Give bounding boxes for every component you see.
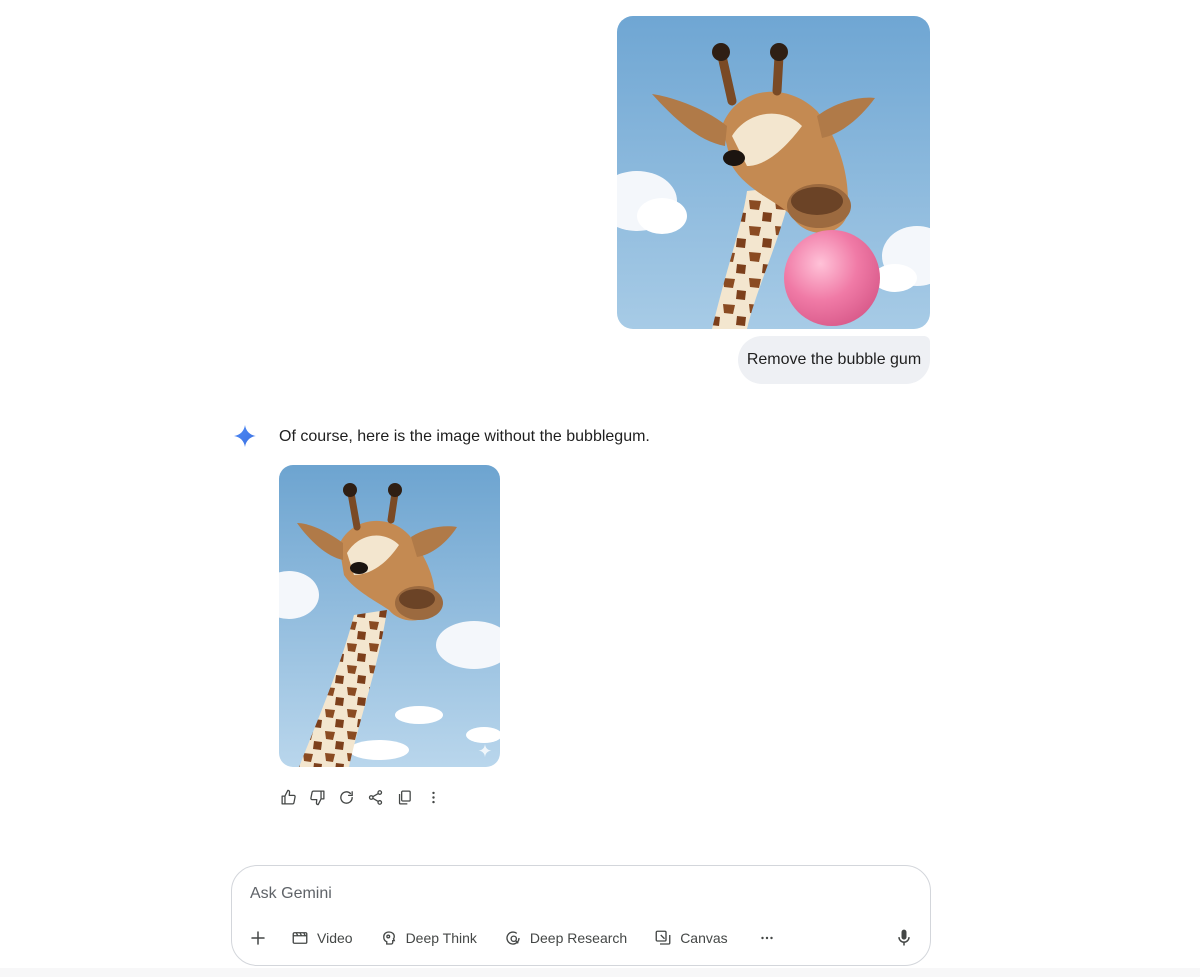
thumbs-up-icon (280, 789, 296, 805)
prompt-composer: Video Deep Think Deep Research Canvas (231, 865, 931, 966)
thumbs-down-button[interactable] (305, 785, 329, 809)
giraffe-edited-image (279, 465, 500, 767)
more-tools-button[interactable] (758, 929, 776, 947)
deep-research-tool-button[interactable]: Deep Research (504, 929, 627, 947)
more-horizontal-icon (760, 936, 773, 940)
microphone-button[interactable] (894, 928, 914, 948)
copy-icon (398, 789, 411, 805)
giraffe-bubblegum-image (617, 16, 930, 329)
more-options-button[interactable] (421, 785, 445, 809)
share-icon (368, 789, 382, 805)
deep-think-tool-button[interactable]: Deep Think (380, 929, 477, 947)
bottom-fade (0, 968, 1200, 977)
prompt-input[interactable] (250, 882, 890, 906)
regenerate-button[interactable] (334, 785, 358, 809)
deep-research-tool-label: Deep Research (529, 930, 628, 946)
video-tool-button[interactable]: Video (291, 929, 353, 947)
gemini-spark-icon (234, 425, 256, 447)
canvas-tool-button[interactable]: Canvas (654, 929, 728, 947)
video-clapper-icon (292, 932, 308, 944)
canvas-tool-label: Canvas (680, 930, 728, 946)
copy-button[interactable] (392, 785, 416, 809)
generated-image[interactable] (279, 465, 500, 767)
regenerate-icon (339, 790, 353, 804)
thumbs-down-icon (309, 789, 325, 805)
deep-research-icon (506, 931, 520, 945)
more-vertical-icon (431, 791, 435, 803)
user-message-bubble: Remove the bubble gum (738, 336, 930, 384)
add-attachment-button[interactable] (246, 926, 270, 950)
composer-toolbar: Video Deep Think Deep Research Canvas (246, 926, 776, 950)
thumbs-up-button[interactable] (276, 785, 300, 809)
deep-think-tool-label: Deep Think (405, 930, 477, 946)
plus-icon (251, 931, 265, 945)
canvas-icon (655, 930, 671, 945)
response-actions (276, 785, 445, 809)
model-response-text: Of course, here is the image without the… (279, 428, 650, 445)
video-tool-label: Video (317, 930, 353, 946)
deep-think-icon (382, 931, 395, 945)
user-message-text: Remove the bubble gum (746, 351, 922, 368)
microphone-icon (898, 929, 910, 946)
share-button[interactable] (363, 785, 387, 809)
user-uploaded-image[interactable] (617, 16, 930, 329)
